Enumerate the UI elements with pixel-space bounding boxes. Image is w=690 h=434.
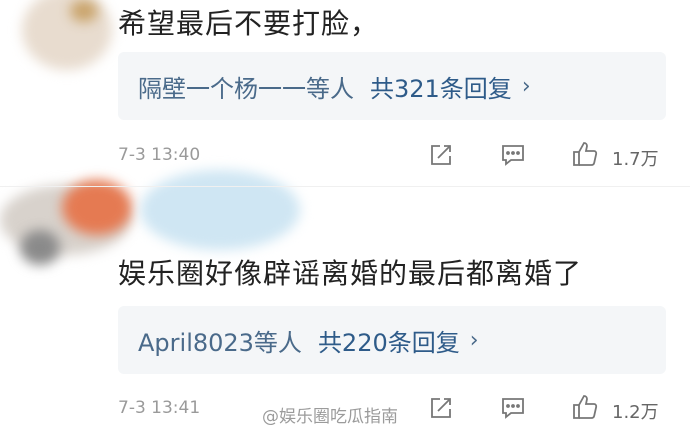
avatar-blur-2d — [20, 230, 60, 265]
reply-count-2: 共220条回复 — [317, 328, 460, 357]
watermark: @娱乐圈吃瓜指南 — [262, 407, 398, 427]
avatar-blur-2b — [62, 180, 132, 235]
timestamp-2: 7-3 13:41 — [118, 398, 201, 418]
like-count-1: 1.7万 — [612, 149, 659, 170]
avatar-blur-1 — [22, 0, 112, 70]
timestamp-1: 7-3 13:40 — [118, 145, 201, 165]
comment-icon[interactable] — [498, 393, 528, 423]
divider — [0, 186, 690, 187]
like-icon[interactable] — [570, 392, 600, 422]
avatar-blur-1b — [70, 0, 98, 22]
reply-box-1[interactable]: 隔壁一个杨一一等人 共321条回复 › — [118, 52, 666, 120]
share-icon[interactable] — [426, 140, 456, 170]
reply-users-1: 隔壁一个杨一一等人 — [138, 74, 354, 103]
comment-text-2: 娱乐圈好像辟谣离婚的最后都离婚了 — [118, 257, 583, 290]
reply-count-1: 共321条回复 — [370, 74, 512, 103]
reply-box-2[interactable]: April8023等人 共220条回复 › — [118, 306, 666, 374]
like-icon[interactable] — [570, 139, 600, 169]
reply-users-2: April8023等人 — [138, 328, 302, 357]
chevron-right-icon: › — [521, 73, 531, 99]
like-count-2: 1.2万 — [612, 402, 659, 423]
comment-text-1: 希望最后不要打脸， — [118, 7, 380, 40]
avatar-blur-2c — [140, 170, 300, 250]
chevron-right-icon: › — [469, 327, 479, 353]
comment-icon[interactable] — [498, 140, 528, 170]
share-icon[interactable] — [426, 393, 456, 423]
